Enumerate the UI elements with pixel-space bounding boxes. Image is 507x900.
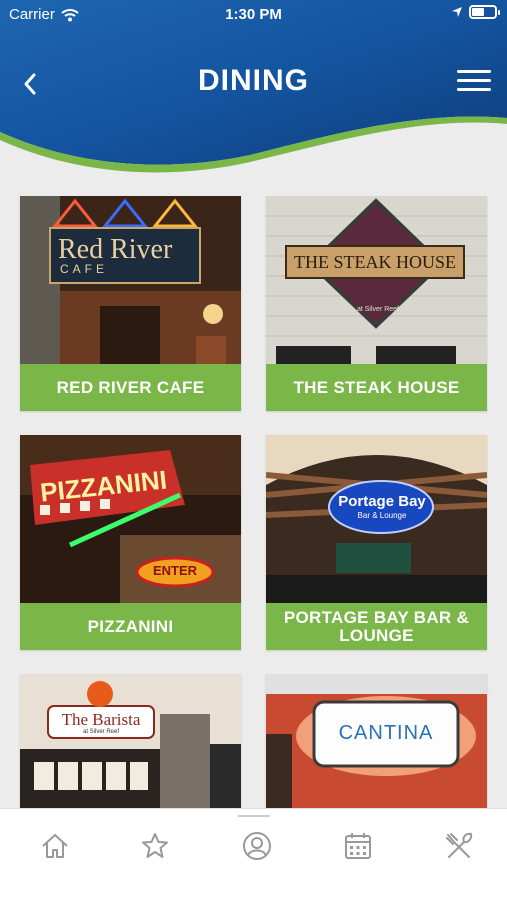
tab-dining[interactable] [439, 829, 479, 863]
header: Carrier 1:30 PM DINING [0, 0, 507, 180]
restaurant-photo: Red River CAFE [20, 196, 241, 364]
status-bar: Carrier 1:30 PM [0, 0, 507, 30]
dining-utensils-icon [446, 832, 473, 858]
tab-home[interactable] [35, 829, 75, 863]
sign-subtext: at Silver Reef [356, 306, 400, 313]
sign-subtext: ENTER [152, 563, 198, 578]
restaurant-card-steak-house[interactable]: THE STEAK HOUSE at Silver Reef THE STEAK… [266, 196, 487, 411]
battery-icon [469, 5, 500, 19]
page-title: DINING [198, 64, 309, 97]
star-icon [142, 833, 168, 858]
sign-text: CANTINA [338, 722, 434, 744]
home-icon [42, 834, 68, 858]
bottom-tab-bar [0, 808, 507, 900]
restaurant-photo: THE STEAK HOUSE at Silver Reef [266, 196, 487, 364]
battery-level [472, 8, 484, 16]
calendar-icon [345, 833, 371, 859]
restaurant-photo: PIZZANINI ENTER [20, 435, 241, 603]
profile-icon [243, 832, 271, 860]
restaurant-card-red-river-cafe[interactable]: Red River CAFE RED RIVER CAFE [20, 196, 241, 411]
restaurant-label: PIZZANINI [20, 603, 241, 650]
sign-subtext: at Silver Reef [82, 729, 119, 735]
restaurant-card-pizzanini[interactable]: PIZZANINI ENTER PIZZANINI [20, 435, 241, 650]
tab-favorites[interactable] [135, 829, 175, 863]
restaurant-label: THE STEAK HOUSE [266, 364, 487, 411]
menu-button[interactable] [457, 70, 491, 94]
status-time: 1:30 PM [225, 6, 282, 23]
sign-text: Portage Bay [338, 493, 426, 510]
sign-text: THE STEAK HOUSE [294, 252, 456, 272]
sign-subtext: Bar & Lounge [357, 511, 407, 520]
sign-text: The Barista [61, 710, 141, 729]
restaurant-card-portage-bay[interactable]: Portage Bay Bar & Lounge PORTAGE BAY BAR… [266, 435, 487, 650]
location-arrow-icon [452, 7, 462, 17]
drag-handle[interactable] [238, 815, 270, 817]
restaurant-label: RED RIVER CAFE [20, 364, 241, 411]
restaurant-label: PORTAGE BAY BAR & LOUNGE [266, 603, 487, 650]
restaurant-photo: Portage Bay Bar & Lounge [266, 435, 487, 603]
sign-subtext: CAFE [60, 262, 109, 276]
hamburger-menu-icon [457, 70, 491, 73]
tab-calendar[interactable] [338, 829, 378, 863]
tab-profile[interactable] [237, 829, 277, 863]
